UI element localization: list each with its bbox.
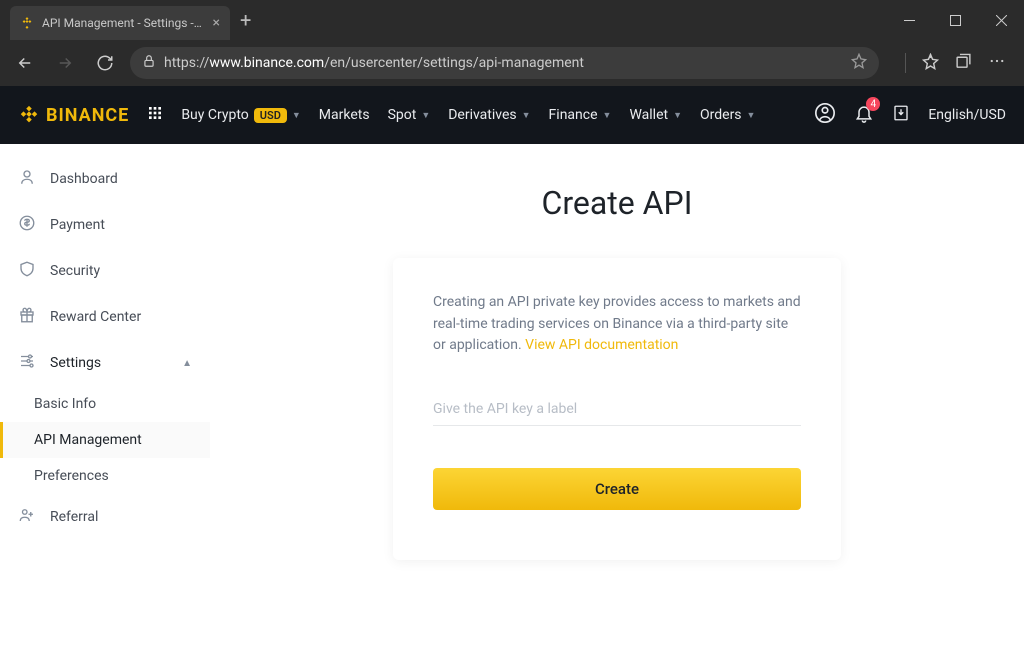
minimize-button[interactable] [886,0,932,40]
sidebar-security[interactable]: Security [0,248,210,294]
close-window-button[interactable] [978,0,1024,40]
sidebar-preferences[interactable]: Preferences [0,458,210,494]
nav-derivatives[interactable]: Derivatives▼ [448,107,530,123]
forward-button[interactable] [50,48,80,78]
security-icon [18,260,36,282]
create-api-card: Creating an API private key provides acc… [393,258,841,560]
sidebar-reward-center[interactable]: Reward Center [0,294,210,340]
chevron-down-icon: ▼ [292,110,301,121]
chevron-down-icon: ▼ [421,110,430,121]
chevron-up-icon: ▲ [182,358,192,369]
reward-icon [18,306,36,328]
app-header: BINANCE Buy Crypto USD ▼ Markets Spot▼ D… [0,86,1024,144]
collections-icon[interactable] [955,53,972,74]
settings-icon [18,352,36,374]
chevron-down-icon: ▼ [747,110,756,121]
card-description: Creating an API private key provides acc… [433,292,801,357]
language-currency[interactable]: English/USD [928,107,1006,123]
page-title: Create API [542,184,693,222]
nav-finance[interactable]: Finance▼ [549,107,612,123]
lock-icon [142,54,156,72]
address-bar[interactable]: https://www.binance.com/en/usercenter/se… [130,47,879,79]
favorites-icon[interactable] [922,53,939,74]
nav-markets[interactable]: Markets [319,107,370,123]
usd-badge: USD [254,108,287,123]
tab-close-icon[interactable]: × [213,15,220,31]
refresh-button[interactable] [90,48,120,78]
url-text: https://www.binance.com/en/usercenter/se… [164,55,843,71]
new-tab-button[interactable]: + [240,8,251,32]
sidebar: Dashboard Payment Security Reward Center… [0,144,210,670]
account-icon[interactable] [814,102,836,128]
sidebar-api-management[interactable]: API Management [0,422,210,458]
referral-icon [18,506,36,528]
chevron-down-icon: ▼ [603,110,612,121]
api-label-input[interactable] [433,393,801,426]
tab-favicon [20,16,34,30]
maximize-button[interactable] [932,0,978,40]
brand-logo[interactable]: BINANCE [18,104,129,126]
nav-buy-crypto[interactable]: Buy Crypto USD ▼ [181,107,300,123]
notification-badge: 4 [866,97,880,111]
nav-spot[interactable]: Spot▼ [388,107,431,123]
sidebar-dashboard[interactable]: Dashboard [0,156,210,202]
brand-name: BINANCE [46,105,129,126]
create-button[interactable]: Create [433,468,801,510]
nav-wallet[interactable]: Wallet▼ [629,107,682,123]
binance-logo-icon [18,104,40,126]
sidebar-referral[interactable]: Referral [0,494,210,540]
more-icon[interactable] [988,52,1006,74]
notifications-icon[interactable]: 4 [854,103,874,127]
toolbar-divider [905,53,906,73]
back-button[interactable] [10,48,40,78]
chevron-down-icon: ▼ [522,110,531,121]
sidebar-payment[interactable]: Payment [0,202,210,248]
browser-titlebar: API Management - Settings - Bin × + [0,0,1024,40]
favorite-icon[interactable] [851,53,867,73]
browser-tab[interactable]: API Management - Settings - Bin × [10,6,230,40]
nav-orders[interactable]: Orders▼ [700,107,755,123]
sidebar-settings[interactable]: Settings ▲ [0,340,210,386]
tab-title: API Management - Settings - Bin [42,16,205,30]
dashboard-icon [18,168,36,190]
main-content: Create API Creating an API private key p… [210,144,1024,670]
chevron-down-icon: ▼ [673,110,682,121]
api-docs-link[interactable]: View API documentation [525,337,678,353]
payment-icon [18,214,36,236]
apps-grid-icon[interactable] [147,105,163,125]
sidebar-basic-info[interactable]: Basic Info [0,386,210,422]
download-icon[interactable] [892,104,910,126]
